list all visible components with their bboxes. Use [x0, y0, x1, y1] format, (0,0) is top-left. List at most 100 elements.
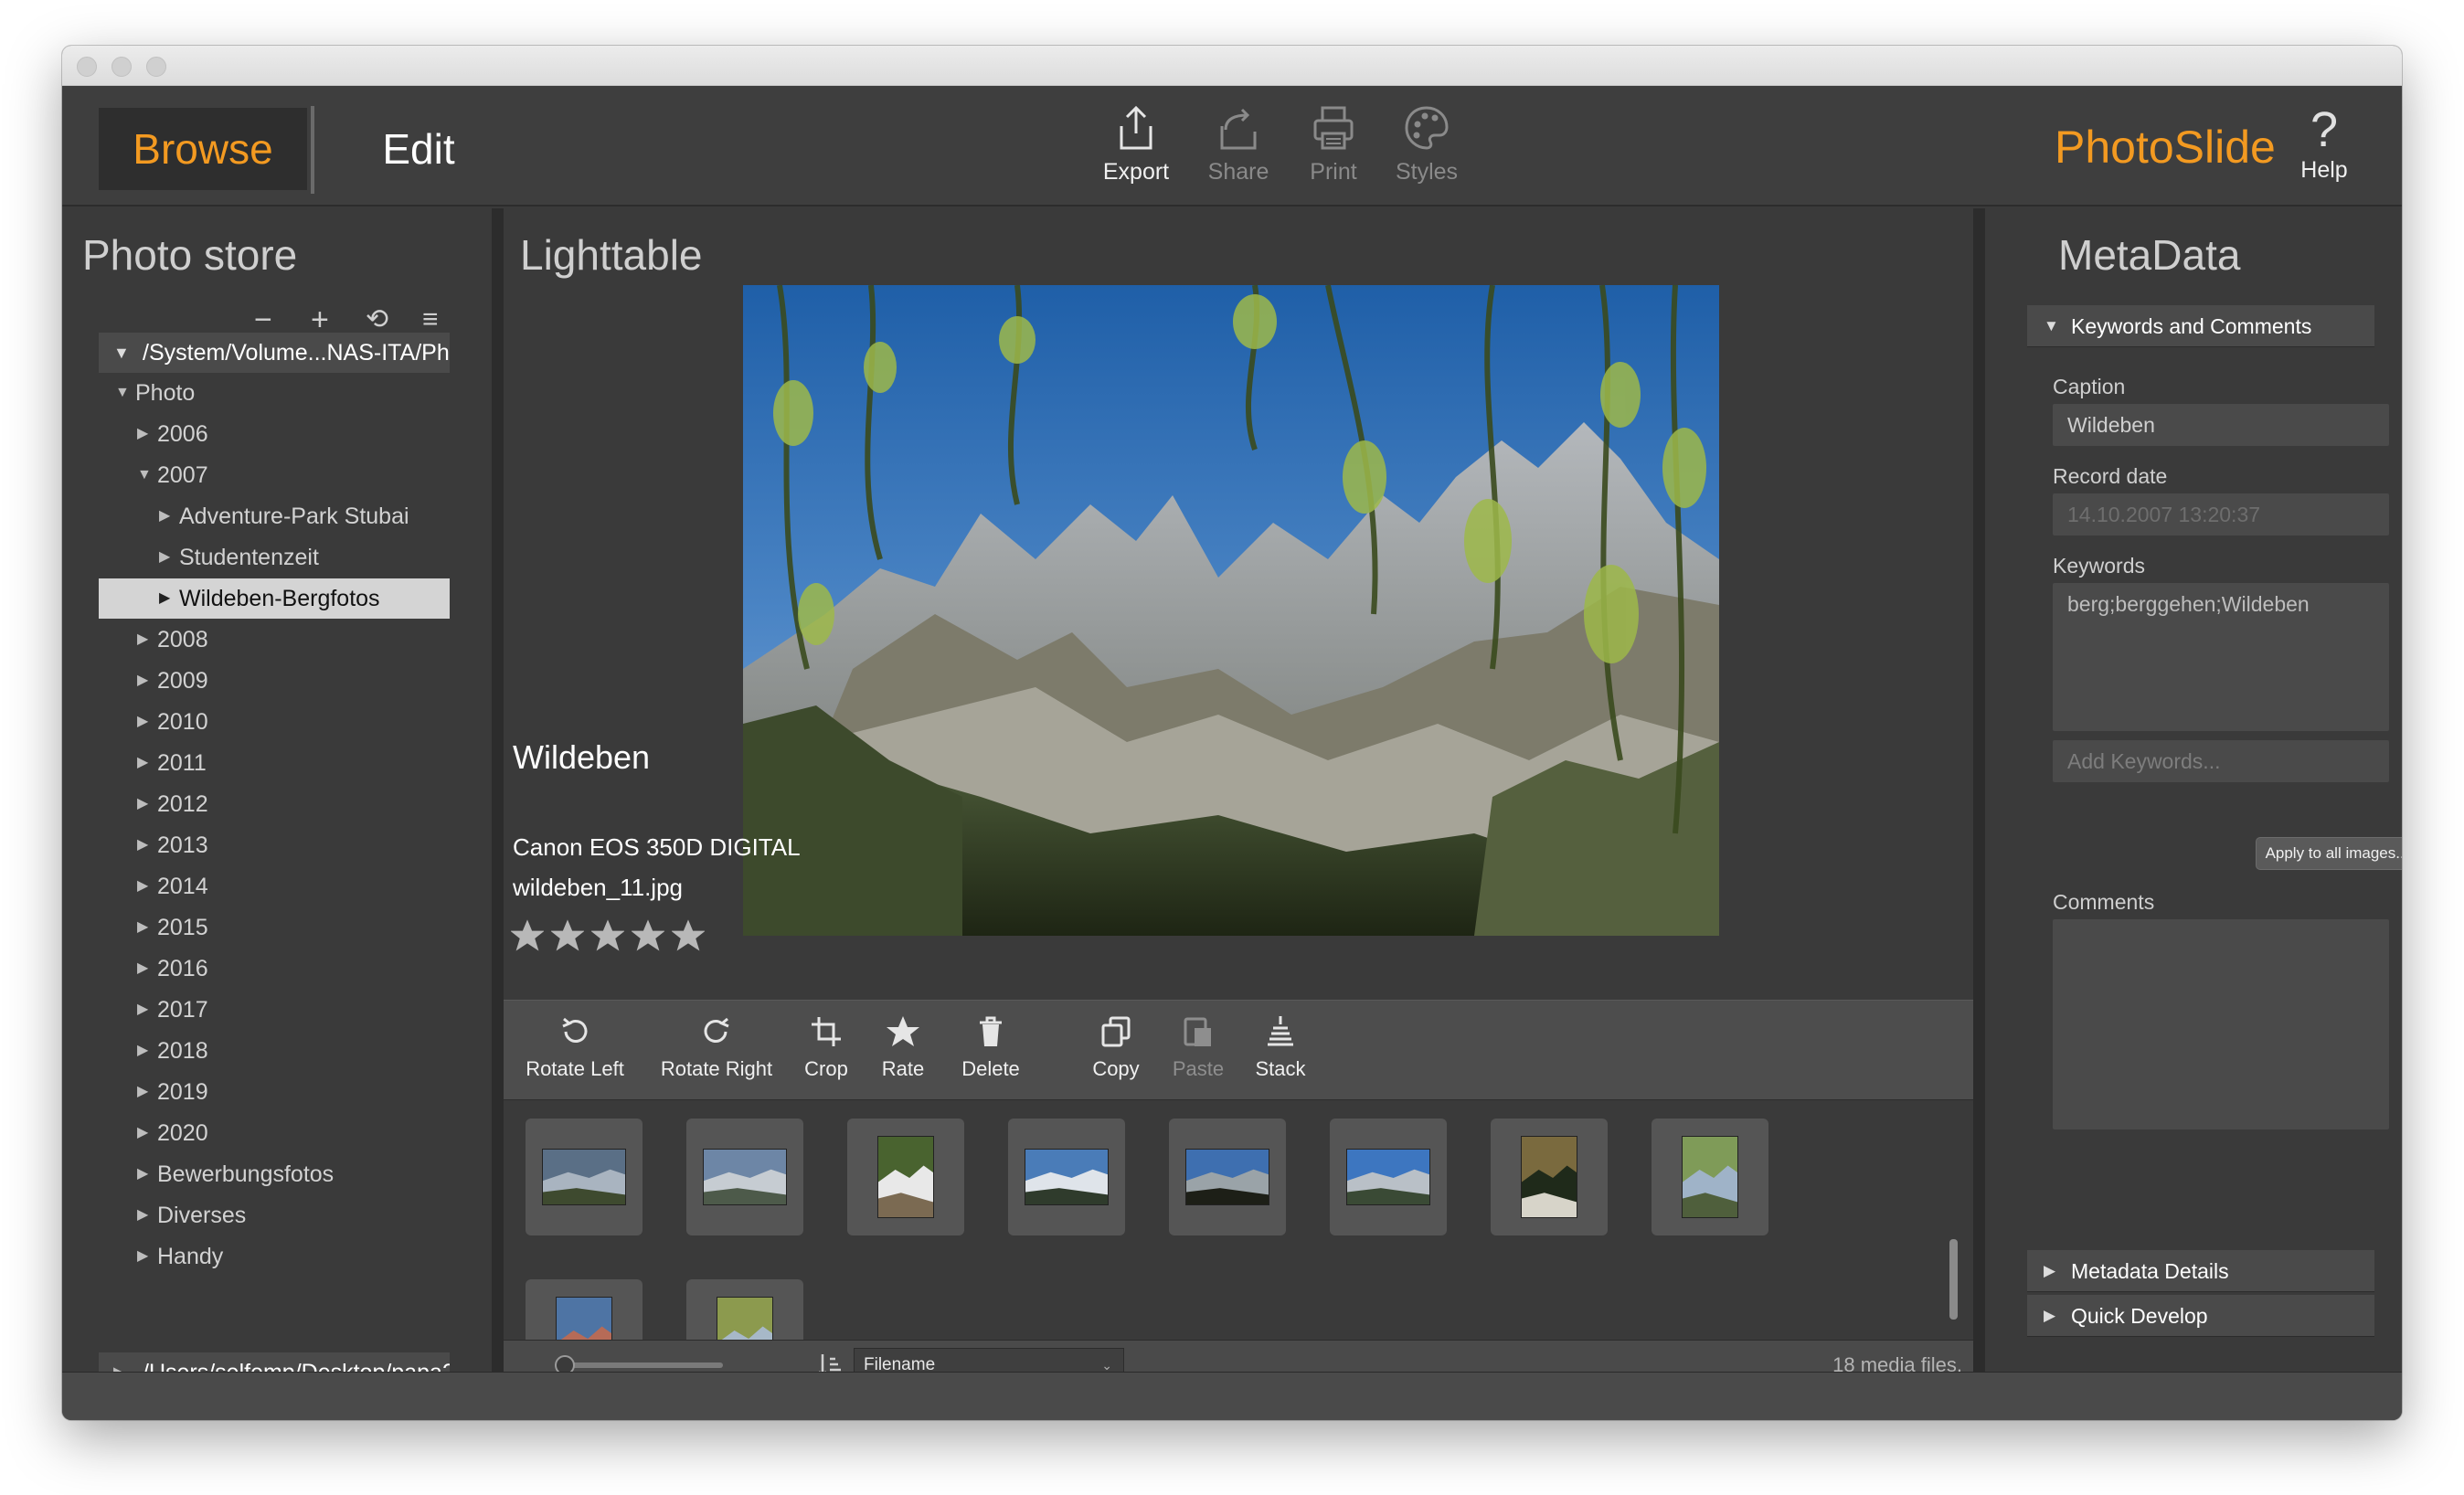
- tree-root-folder[interactable]: ▼ /System/Volume...NAS-ITA/Photo: [99, 333, 450, 373]
- star-icon[interactable]: [632, 919, 664, 952]
- chevron-down-icon[interactable]: ▼: [137, 455, 152, 495]
- chevron-right-icon[interactable]: ▶: [137, 702, 148, 742]
- minimize-window-button[interactable]: [112, 57, 132, 77]
- chevron-right-icon[interactable]: ▶: [137, 414, 148, 454]
- chevron-right-icon[interactable]: ▶: [137, 1236, 148, 1277]
- comments-field[interactable]: [2053, 919, 2389, 1129]
- tree-item[interactable]: ▶ Wildeben-Bergfotos: [99, 578, 450, 619]
- chevron-right-icon[interactable]: ▶: [159, 578, 170, 619]
- tree-item[interactable]: ▶ 2016: [99, 949, 450, 989]
- tree-item[interactable]: ▶ 2019: [99, 1072, 450, 1112]
- tree-item[interactable]: ▶ Bewerbungsfotos: [99, 1154, 450, 1194]
- tree-item[interactable]: ▶ 2014: [99, 866, 450, 907]
- tree-item[interactable]: ▼ 2007: [99, 455, 450, 495]
- browse-mode-button[interactable]: Browse: [99, 108, 307, 190]
- thumbnail[interactable]: [526, 1119, 643, 1235]
- export-button[interactable]: Export: [1077, 102, 1195, 201]
- tree-item[interactable]: ▶ 2010: [99, 702, 450, 742]
- tree-item[interactable]: ▶ 2015: [99, 907, 450, 948]
- rate-button[interactable]: Rate: [873, 1013, 933, 1096]
- metadata-details-section[interactable]: ▶ Metadata Details: [2027, 1250, 2374, 1292]
- help-button[interactable]: ? Help: [2283, 102, 2365, 201]
- tree-item[interactable]: ▶ 2006: [99, 414, 450, 454]
- tree-item[interactable]: ▶ 2018: [99, 1031, 450, 1071]
- thumbnail[interactable]: [847, 1119, 964, 1235]
- tree-item[interactable]: ▶ 2017: [99, 990, 450, 1030]
- chevron-down-icon[interactable]: ▼: [115, 373, 130, 413]
- styles-button[interactable]: Styles: [1367, 102, 1486, 201]
- chevron-down-icon[interactable]: ▼: [113, 333, 130, 373]
- left-splitter[interactable]: [492, 208, 504, 1372]
- thumbnail[interactable]: [1330, 1119, 1447, 1235]
- stack-button[interactable]: Stack: [1244, 1013, 1317, 1096]
- tree-item-label: 2013: [157, 832, 208, 858]
- tree-item[interactable]: ▶ Adventure-Park Stubai: [99, 496, 450, 536]
- tree-item[interactable]: ▶ 2011: [99, 743, 450, 783]
- tree-item[interactable]: ▶ Studentenzeit: [99, 537, 450, 578]
- edit-mode-button[interactable]: Edit: [327, 108, 510, 190]
- copy-button[interactable]: Copy: [1079, 1013, 1152, 1096]
- chevron-right-icon[interactable]: ▶: [137, 743, 148, 783]
- caption-field[interactable]: Wildeben: [2053, 404, 2389, 446]
- paste-button[interactable]: Paste: [1162, 1013, 1235, 1096]
- thumbnail[interactable]: [686, 1279, 803, 1340]
- tree-item-label: Poster: [157, 1278, 223, 1287]
- chevron-right-icon[interactable]: ▶: [159, 496, 170, 536]
- add-keywords-input[interactable]: Add Keywords...: [2053, 740, 2389, 782]
- tree-item[interactable]: ▶ 2008: [99, 620, 450, 660]
- chevron-right-icon[interactable]: ▶: [137, 949, 148, 989]
- thumbnail[interactable]: [686, 1119, 803, 1235]
- tree-item[interactable]: ▶ 2009: [99, 661, 450, 701]
- tree-item[interactable]: ▶ Poster: [99, 1278, 450, 1287]
- close-window-button[interactable]: [77, 57, 97, 77]
- chevron-right-icon[interactable]: ▶: [137, 825, 148, 865]
- tree-item[interactable]: ▶ 2013: [99, 825, 450, 865]
- thumbnail-scrollbar[interactable]: [1949, 1239, 1958, 1320]
- star-icon[interactable]: [511, 919, 544, 952]
- chevron-right-icon[interactable]: ▶: [137, 866, 148, 907]
- chevron-right-icon[interactable]: ▶: [159, 537, 170, 578]
- thumbnail[interactable]: [1491, 1119, 1608, 1235]
- chevron-right-icon[interactable]: ▶: [137, 990, 148, 1030]
- thumbnail[interactable]: [526, 1279, 643, 1340]
- chevron-right-icon[interactable]: ▶: [137, 1113, 148, 1153]
- keywords-field[interactable]: berg;berggehen;Wildeben: [2053, 583, 2389, 731]
- tree-item[interactable]: ▶ Diverses: [99, 1195, 450, 1235]
- tree-item[interactable]: ▶ 2020: [99, 1113, 450, 1153]
- zoom-window-button[interactable]: [146, 57, 166, 77]
- photo-preview[interactable]: [743, 285, 1719, 936]
- star-icon[interactable]: [591, 919, 624, 952]
- chevron-right-icon[interactable]: ▶: [137, 1195, 148, 1235]
- chevron-right-icon[interactable]: ▶: [137, 661, 148, 701]
- star-icon[interactable]: [551, 919, 584, 952]
- keywords-comments-section[interactable]: ▼ Keywords and Comments: [2027, 305, 2374, 347]
- chevron-right-icon[interactable]: ▶: [137, 1031, 148, 1071]
- chevron-right-icon[interactable]: ▶: [137, 1072, 148, 1112]
- tree-item-label: 2019: [157, 1079, 208, 1105]
- right-splitter[interactable]: [1973, 208, 1985, 1372]
- chevron-right-icon[interactable]: ▶: [137, 620, 148, 660]
- delete-button[interactable]: Delete: [950, 1013, 1032, 1096]
- chevron-right-icon[interactable]: ▶: [137, 907, 148, 948]
- chevron-right-icon[interactable]: ▶: [137, 1154, 148, 1194]
- apply-to-all-button[interactable]: Apply to all images...: [2256, 837, 2402, 870]
- rotate-left-button[interactable]: Rotate Left: [526, 1013, 624, 1096]
- chevron-right-icon[interactable]: ▶: [137, 784, 148, 824]
- quick-develop-section[interactable]: ▶ Quick Develop: [2027, 1295, 2374, 1337]
- star-icon[interactable]: [672, 919, 705, 952]
- thumbnail[interactable]: [1652, 1119, 1768, 1235]
- chevron-right-icon: ▶: [2044, 1262, 2056, 1279]
- crop-label: Crop: [804, 1057, 848, 1080]
- tree-item-label: 2011: [157, 750, 207, 776]
- chevron-right-icon[interactable]: ▶: [137, 1278, 148, 1287]
- crop-button[interactable]: Crop: [796, 1013, 856, 1096]
- thumbnail-image: [1346, 1149, 1430, 1205]
- photo-rating[interactable]: [511, 919, 705, 952]
- rotate-right-button[interactable]: Rotate Right: [657, 1013, 776, 1096]
- thumbnail[interactable]: [1008, 1119, 1125, 1235]
- zoom-slider[interactable]: [560, 1362, 723, 1368]
- tree-item[interactable]: ▶ 2012: [99, 784, 450, 824]
- thumbnail[interactable]: [1169, 1119, 1286, 1235]
- tree-item[interactable]: ▼ Photo: [99, 373, 450, 413]
- tree-item[interactable]: ▶ Handy: [99, 1236, 450, 1277]
